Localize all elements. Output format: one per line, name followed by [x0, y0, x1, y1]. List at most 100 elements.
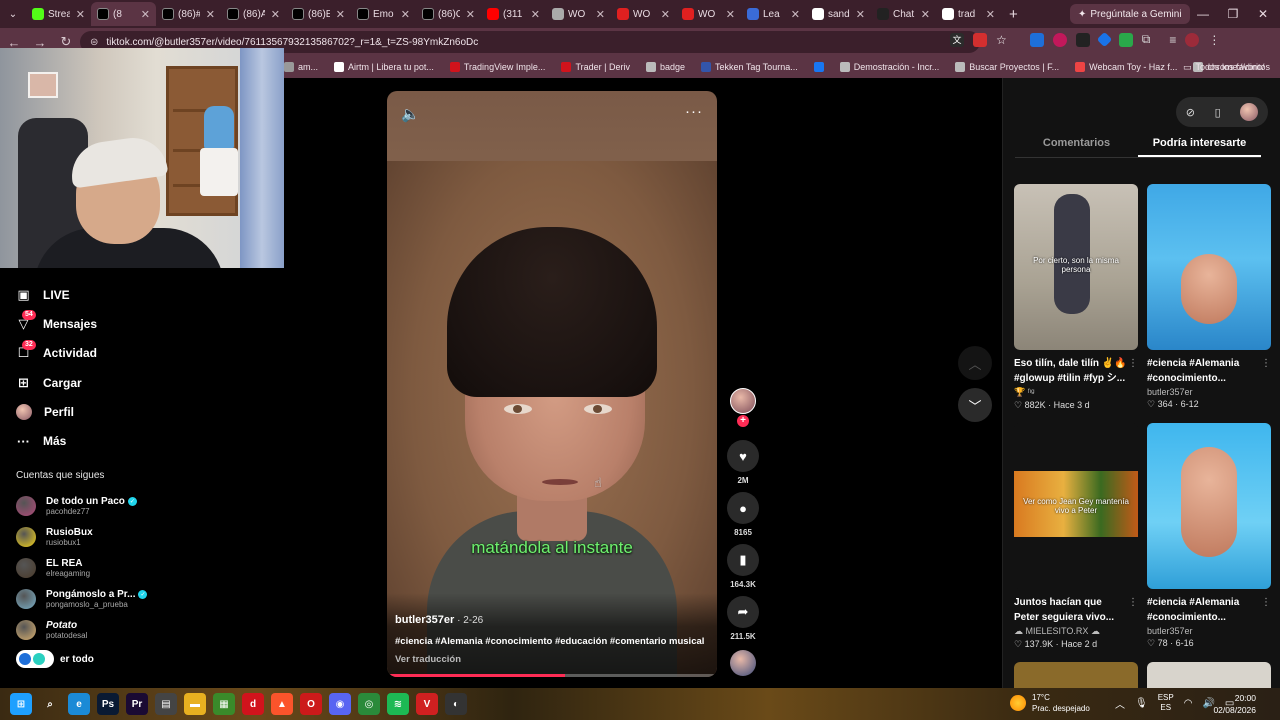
extension-blue-icon[interactable] — [1029, 32, 1044, 47]
browser-tab[interactable]: sand ✕ — [806, 2, 871, 26]
browser-tab[interactable]: trad ✕ — [936, 2, 1001, 26]
video-thumbnail[interactable]: Por cierto, son la misma persona — [1014, 184, 1138, 350]
extension-diamond-icon[interactable] — [1096, 31, 1113, 48]
tab-close-icon[interactable]: ✕ — [791, 8, 800, 21]
card-menu-icon[interactable]: ⋮ — [1128, 356, 1138, 371]
following-account[interactable]: Pongámoslo a Pr... ✓ pongamoslo_a_prueba — [16, 583, 148, 614]
search-icon[interactable]: ⌕ — [39, 693, 61, 715]
creator-avatar[interactable] — [730, 388, 756, 414]
recommended-video-card[interactable]: Ver como Jean Gey mantenía vivo a Peter J… — [1014, 423, 1138, 650]
sidebar-item-perfil[interactable]: Perfil — [16, 397, 97, 426]
bookmarks-overflow-button[interactable]: » — [1272, 62, 1280, 72]
spotify-icon[interactable]: ≋ — [387, 693, 409, 715]
tab-close-icon[interactable]: ✕ — [206, 8, 215, 21]
store-icon[interactable]: ▤ — [155, 693, 177, 715]
tab-close-icon[interactable]: ✕ — [596, 8, 605, 21]
tab-close-icon[interactable]: ✕ — [401, 8, 410, 21]
bookmark-item[interactable] — [806, 62, 832, 72]
deriv-icon[interactable]: d — [242, 693, 264, 715]
bookmark-item[interactable]: TradingView Imple... — [442, 62, 554, 72]
new-tab-button[interactable]: + — [1001, 6, 1026, 23]
browser-tab[interactable]: (86)E ✕ — [286, 2, 351, 26]
following-account[interactable]: Potato potatodesal — [16, 614, 147, 645]
save-action[interactable]: ▮ 164.3K — [726, 544, 760, 589]
all-bookmarks-button[interactable]: ▭ Todos los favoritos — [1183, 56, 1270, 78]
bookmark-item[interactable]: Buscar Proyectos | F... — [947, 62, 1067, 72]
voicemod-icon[interactable]: V — [416, 693, 438, 715]
tray-chevron-icon[interactable]: ︿ — [1115, 696, 1125, 711]
site-info-icon[interactable]: ⊜ — [90, 37, 98, 48]
weather-widget[interactable]: 17°C Prac. despejado — [1010, 692, 1090, 714]
obs-icon[interactable]: ◐ — [445, 693, 467, 715]
browser-tab[interactable]: (86)C ✕ — [416, 2, 481, 26]
browser-tab[interactable]: Emo ✕ — [351, 2, 416, 26]
photoshop-icon[interactable]: Ps — [97, 693, 119, 715]
browser-tab[interactable]: (8 ✕ — [91, 2, 156, 26]
extension-dark-icon[interactable] — [1075, 32, 1090, 47]
share-action[interactable]: ➦ 211.5K — [726, 596, 760, 641]
explorer-icon[interactable]: ▬ — [184, 693, 206, 715]
sidebar-item-cargar[interactable]: ⊞ Cargar — [16, 368, 97, 397]
gemini-button[interactable]: ✦ Pregúntale a Gemini — [1070, 4, 1190, 24]
sidebar-item-mensajes[interactable]: ▽ 54 Mensajes — [16, 309, 97, 338]
browser-tab[interactable]: WO ✕ — [611, 2, 676, 26]
sidebar-item-actividad[interactable]: ☐ 32 Actividad — [16, 339, 97, 368]
language-indicator[interactable]: ESP ES — [1158, 693, 1174, 713]
like-action[interactable]: ♥ 2M — [726, 440, 760, 485]
chrome-menu-icon[interactable]: ⋮ — [1208, 33, 1220, 47]
tab-close-icon[interactable]: ✕ — [531, 8, 540, 21]
following-account[interactable]: RusioBux rusiobux1 — [16, 521, 147, 552]
maximize-button[interactable]: ❐ — [1218, 0, 1248, 28]
recommended-video-card[interactable]: Por cierto, son la misma persona Eso tilí… — [1014, 184, 1138, 411]
bookmark-item[interactable]: Airtm | Libera tu pot... — [326, 62, 442, 72]
bookmark-star-icon[interactable]: ☆ — [996, 33, 1007, 47]
reading-list-icon[interactable]: ≡ — [1169, 33, 1176, 47]
card-menu-icon[interactable]: ⋮ — [1128, 595, 1138, 610]
extensions-puzzle-icon[interactable]: ⧉ — [1142, 32, 1151, 47]
tab-close-icon[interactable]: ✕ — [661, 8, 670, 21]
close-window-button[interactable]: ✕ — [1248, 0, 1278, 28]
browser-tab[interactable]: WO ✕ — [676, 2, 741, 26]
video-thumbnail-partial[interactable] — [1147, 662, 1271, 688]
video-more-icon[interactable]: ··· — [685, 103, 703, 120]
bookmark-item[interactable]: badge — [638, 62, 693, 72]
account-avatar[interactable] — [1240, 103, 1259, 121]
bookmark-item[interactable]: Webcam Toy - Haz f... — [1067, 62, 1185, 72]
tab-close-icon[interactable]: ✕ — [986, 8, 995, 21]
comment-action[interactable]: ● 8165 — [726, 492, 760, 537]
chrome-icon[interactable]: ◎ — [358, 693, 380, 715]
tab-close-icon[interactable]: ✕ — [76, 8, 85, 21]
clock[interactable]: 20:00 02/08/2026 — [1213, 692, 1256, 716]
tab-comments[interactable]: Comentarios — [1015, 134, 1138, 157]
video-progress-bar[interactable] — [387, 674, 717, 677]
minimize-button[interactable]: — — [1188, 0, 1218, 28]
video-author[interactable]: butler357er · 2-26 — [395, 614, 483, 626]
extension-green-icon[interactable] — [1118, 32, 1133, 47]
browser-tab[interactable]: (86)A ✕ — [221, 2, 286, 26]
volume-icon[interactable]: 🔈 — [401, 105, 420, 123]
music-avatar[interactable] — [730, 650, 756, 676]
tab-close-icon[interactable]: ✕ — [466, 8, 475, 21]
see-translation-link[interactable]: Ver traducción — [395, 654, 461, 665]
video-thumbnail[interactable] — [1147, 184, 1271, 350]
tab-close-icon[interactable]: ✕ — [726, 8, 735, 21]
video-hashtags[interactable]: #ciencia #Alemania #conocimiento #educac… — [395, 636, 704, 647]
video-thumbnail[interactable]: Ver como Jean Gey mantenía vivo a Peter — [1014, 423, 1138, 589]
tab-close-icon[interactable]: ✕ — [141, 8, 150, 21]
tab-close-icon[interactable]: ✕ — [336, 8, 345, 21]
extension-red-icon[interactable] — [1052, 32, 1067, 47]
bookmark-item[interactable]: Tekken Tag Tourna... — [693, 62, 806, 72]
opera-icon[interactable]: O — [300, 693, 322, 715]
tab-close-icon[interactable]: ✕ — [271, 8, 280, 21]
bookmark-item[interactable]: Trader | Deriv — [553, 62, 638, 72]
edge-icon[interactable]: e — [68, 693, 90, 715]
browser-tab[interactable]: Strea ✕ — [26, 2, 91, 26]
browser-tab[interactable]: Lea ✕ — [741, 2, 806, 26]
video-thumbnail-partial[interactable] — [1014, 662, 1138, 688]
following-account[interactable]: De todo un Paco ✓ pacohdez77 — [16, 490, 147, 521]
tab-recommended[interactable]: Podría interesarte — [1138, 134, 1261, 157]
browser-tab[interactable]: (311 ✕ — [481, 2, 546, 26]
sidebar-item-más[interactable]: ··· Más — [16, 426, 97, 455]
cast-icon[interactable] — [973, 32, 987, 47]
recommended-video-card[interactable]: #ciencia #Alemania #conocimiento... ⋮ butl… — [1147, 423, 1271, 649]
